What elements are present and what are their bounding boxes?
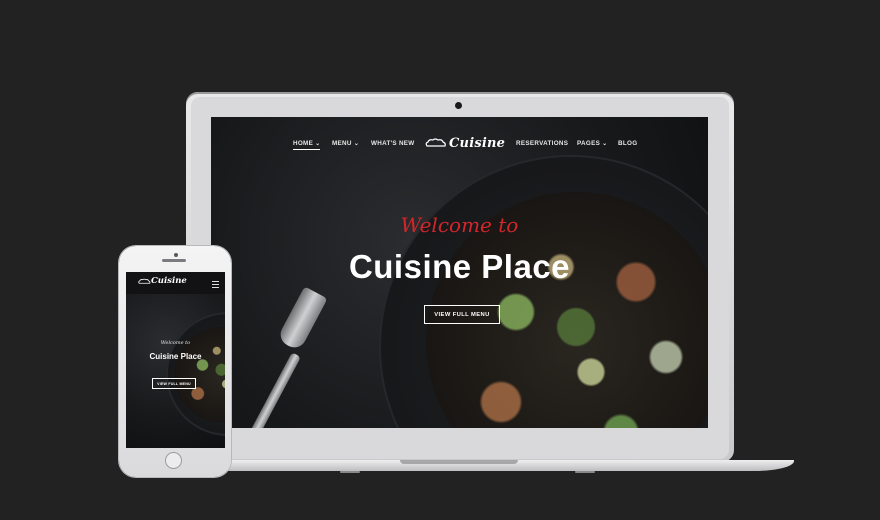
phone-screen: Cuisine Welcome to Cuisine Place VIEW FU… <box>126 272 225 448</box>
top-navigation: HOME ⌄ MENU ⌄ WHAT'S NEW Cuisine RESERVA… <box>211 135 708 153</box>
phone-home-button[interactable] <box>165 452 182 469</box>
laptop-screen: HOME ⌄ MENU ⌄ WHAT'S NEW Cuisine RESERVA… <box>211 117 708 428</box>
phone-header: Cuisine <box>126 272 225 294</box>
phone-welcome-text: Welcome to <box>160 340 191 346</box>
site-logo[interactable]: Cuisine <box>425 135 505 151</box>
nav-item-home[interactable]: HOME ⌄ <box>293 140 321 150</box>
chevron-down-icon: ⌄ <box>315 141 321 147</box>
chevron-down-icon: ⌄ <box>353 141 360 147</box>
laptop-foot <box>340 471 360 473</box>
hero-welcome-text: Welcome to <box>400 213 519 237</box>
logo-text: Cuisine <box>449 135 506 151</box>
chef-hat-logo-icon <box>425 138 446 147</box>
laptop-camera <box>455 102 462 109</box>
view-full-menu-button[interactable]: VIEW FULL MENU <box>424 305 500 324</box>
phone-speaker <box>162 259 186 262</box>
chef-hat-logo-icon <box>138 278 151 284</box>
nav-menu-label: MENU <box>332 140 352 147</box>
nav-item-pages[interactable]: PAGES ⌄ <box>577 140 607 147</box>
hero-title: Cuisine Place <box>348 248 571 285</box>
nav-item-whats-new[interactable]: WHAT'S NEW <box>371 140 415 147</box>
laptop-foot <box>575 471 595 473</box>
phone-hero-title: Cuisine Place <box>149 352 202 361</box>
phone-camera <box>174 253 178 257</box>
phone-view-full-menu-button[interactable]: VIEW FULL MENU <box>152 378 196 389</box>
nav-home-label: HOME <box>293 140 314 147</box>
nav-pages-label: PAGES <box>577 140 601 147</box>
nav-item-menu[interactable]: MENU ⌄ <box>332 140 359 147</box>
nav-item-reservations[interactable]: RESERVATIONS <box>516 140 568 147</box>
laptop-notch <box>400 460 518 464</box>
hamburger-menu-icon[interactable] <box>212 281 219 288</box>
phone-logo-text: Cuisine <box>151 276 187 286</box>
phone-logo[interactable]: Cuisine <box>138 276 187 286</box>
nav-item-blog[interactable]: BLOG <box>618 140 637 147</box>
chevron-down-icon: ⌄ <box>602 141 608 147</box>
